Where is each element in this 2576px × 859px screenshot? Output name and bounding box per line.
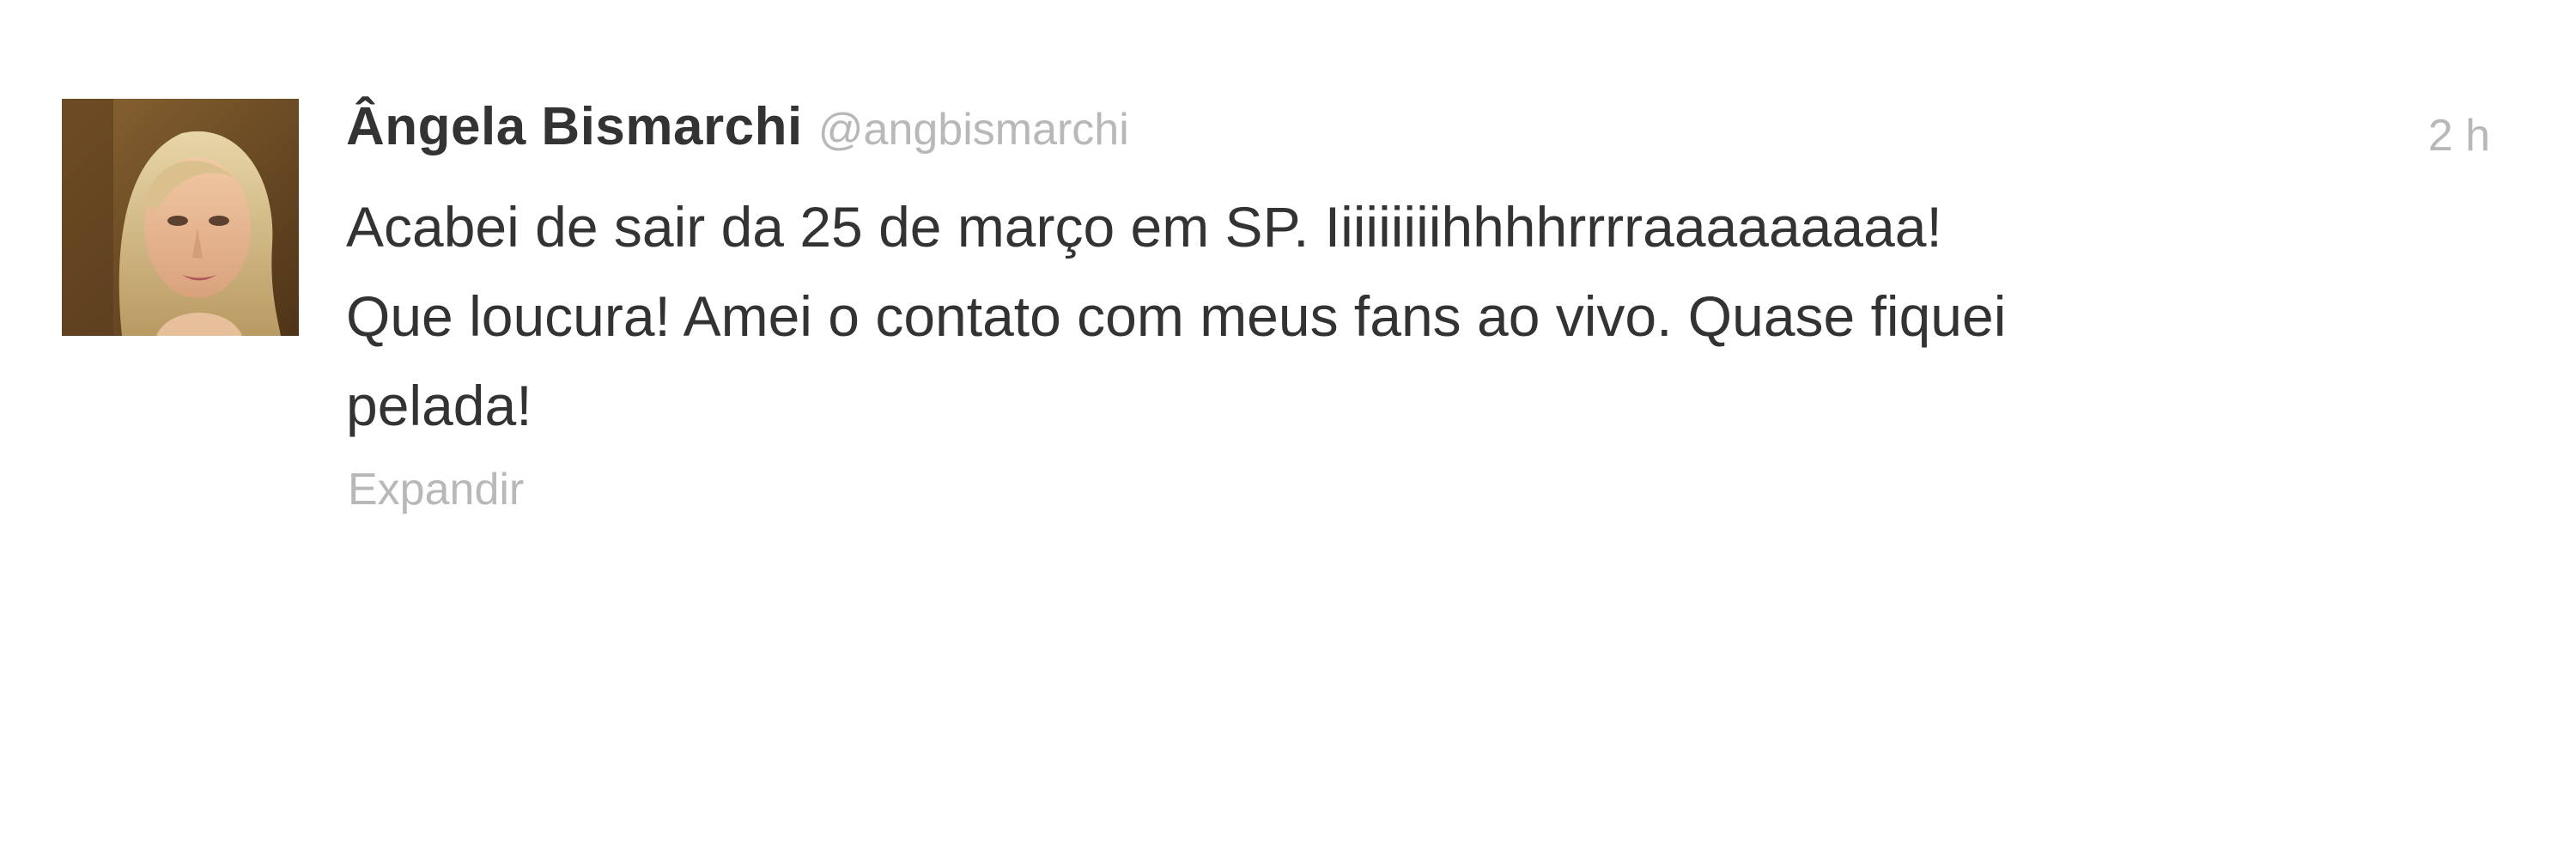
display-name[interactable]: Ângela Bismarchi [346, 97, 803, 156]
tweet-text-line: pelada! [346, 374, 532, 437]
user-handle[interactable]: @angbismarchi [818, 105, 1129, 155]
tweet-text: Acabei de sair da 25 de março em SP. Iii… [346, 182, 2424, 450]
tweet-text-line: Que loucura! Amei o contato com meus fan… [346, 284, 2007, 348]
avatar[interactable] [62, 99, 299, 336]
expand-link[interactable]: Expandir [348, 464, 524, 515]
tweet[interactable]: Ângela Bismarchi @angbismarchi 2 h Acabei… [0, 0, 2576, 550]
avatar-image [62, 99, 299, 336]
tweet-text-line: Acabei de sair da 25 de março em SP. Iii… [346, 195, 1942, 259]
timestamp[interactable]: 2 h [2428, 110, 2490, 161]
page: Ângela Bismarchi @angbismarchi 2 h Acabei… [0, 0, 2576, 859]
tweet-header: Ângela Bismarchi @angbismarchi [346, 96, 1129, 157]
